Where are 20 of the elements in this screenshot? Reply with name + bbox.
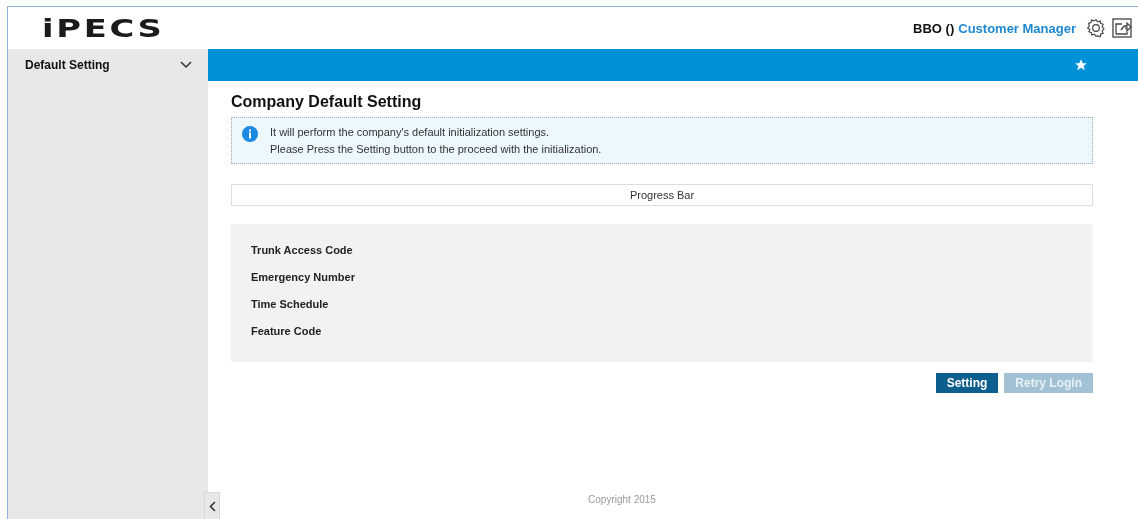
step-label: Emergency Number [251, 271, 356, 285]
star-icon[interactable] [1074, 58, 1088, 72]
info-text: It will perform the company's default initialization settings. [270, 126, 551, 138]
user-code: BBO () [913, 20, 955, 36]
sidebar-item[interactable]: Default Setting [8, 49, 208, 81]
info-icon [242, 126, 258, 142]
settings-icon[interactable] [1086, 18, 1106, 38]
step-label: Feature Code [251, 325, 323, 339]
step-label: Time Schedule [251, 298, 330, 312]
export-icon[interactable] [1112, 18, 1132, 38]
chevron-icon [180, 61, 192, 69]
logo: iPECS [42, 13, 165, 43]
info-text: Please Press the Setting button to the proceed with the initialization. [270, 143, 602, 155]
page-title: Company Default Setting [231, 93, 423, 111]
copyright-text: Copyright 2015 [588, 494, 656, 505]
chevron-left-icon [208, 500, 216, 512]
setting-button[interactable]: Setting [935, 373, 999, 393]
step-label: Trunk Access Code [251, 244, 354, 258]
user-role[interactable]: Customer Manager [958, 20, 1076, 36]
collapse-button[interactable] [204, 492, 220, 519]
